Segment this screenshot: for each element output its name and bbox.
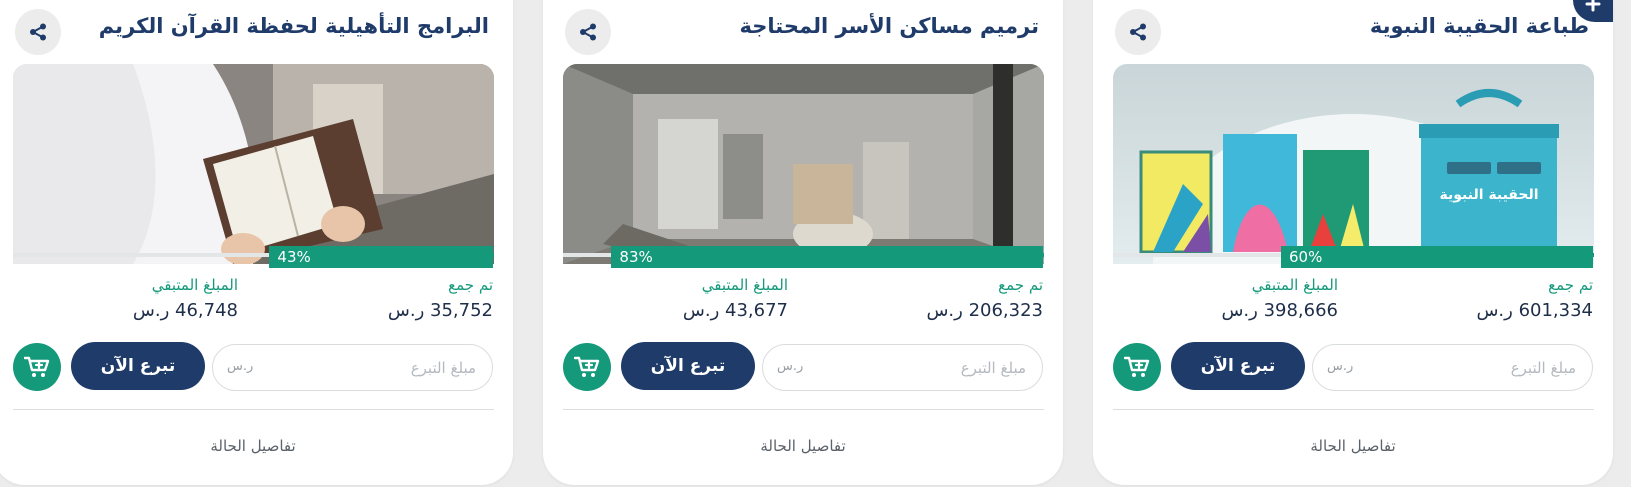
share-icon[interactable] (1115, 9, 1161, 55)
remaining-value: 46,748 ر.س (133, 300, 238, 321)
card-title[interactable]: طباعة الحقيبة النبوية (1370, 14, 1589, 38)
card-title[interactable]: البرامج التأهيلية لحفظة القرآن الكريم (99, 14, 489, 38)
divider (563, 409, 1044, 410)
currency-label: ر.س (387, 300, 425, 321)
donation-amount-input[interactable] (763, 345, 1042, 390)
collected-amount: 35,752 (430, 300, 493, 321)
case-details-link[interactable]: تفاصيل الحالة (543, 437, 1063, 455)
case-details-link[interactable]: تفاصيل الحالة (0, 437, 513, 455)
progress-percent: 60% (1281, 246, 1593, 268)
card-photo[interactable]: الحقيبة النبوية (1113, 64, 1594, 264)
donation-amount-field: ر.س (1312, 344, 1593, 391)
collected-label: تم جمع (448, 276, 493, 294)
currency-label: ر.س (1476, 300, 1513, 321)
progress-percent: 43% (269, 246, 493, 268)
remaining-label: المبلغ المتبقي (701, 276, 788, 294)
collected-amount: 206,323 (968, 300, 1043, 321)
input-currency: ر.س (777, 359, 804, 374)
remaining-amount: 43,677 (725, 300, 788, 321)
input-currency: ر.س (227, 359, 254, 374)
divider (13, 409, 494, 410)
remaining-amount: 398,666 (1263, 300, 1338, 321)
donation-amount-input[interactable] (213, 345, 492, 390)
donation-amount-field: ر.س (212, 344, 493, 391)
donation-amount-input[interactable] (1313, 345, 1592, 390)
donation-card: طباعة الحقيبة النبوية الحقيبة النبوية 60… (1093, 0, 1613, 485)
share-icon[interactable] (15, 9, 61, 55)
cart-plus-icon[interactable] (13, 343, 61, 391)
cart-plus-icon[interactable] (1113, 343, 1161, 391)
cart-plus-icon[interactable] (563, 343, 611, 391)
card-photo[interactable] (563, 64, 1044, 264)
donation-cards-grid: طباعة الحقيبة النبوية الحقيبة النبوية 60… (0, 0, 1631, 487)
divider (1113, 409, 1594, 410)
remaining-value: 43,677 ر.س (683, 300, 788, 321)
donate-now-button[interactable]: تبرع الآن (621, 342, 755, 390)
donation-amount-field: ر.س (762, 344, 1043, 391)
remaining-label: المبلغ المتبقي (1251, 276, 1338, 294)
donation-card: ترميم مساكن الأسر المحتاجة 83% تم جمع 20… (543, 0, 1063, 485)
donate-now-button[interactable]: تبرع الآن (1171, 342, 1305, 390)
collected-value: 35,752 ر.س (388, 300, 493, 321)
collected-value: 206,323 ر.س (926, 300, 1043, 321)
donate-now-button[interactable]: تبرع الآن (71, 342, 205, 390)
remaining-amount: 46,748 (175, 300, 238, 321)
collected-label: تم جمع (1548, 276, 1593, 294)
case-details-link[interactable]: تفاصيل الحالة (1093, 437, 1613, 455)
donation-card: البرامج التأهيلية لحفظة القرآن الكريم 43… (0, 0, 513, 485)
input-currency: ر.س (1327, 359, 1354, 374)
currency-label: ر.س (1221, 300, 1258, 321)
progress-percent: 83% (611, 246, 1043, 268)
card-title[interactable]: ترميم مساكن الأسر المحتاجة (740, 14, 1039, 38)
currency-label: ر.س (132, 300, 170, 321)
collected-label: تم جمع (998, 276, 1043, 294)
remaining-value: 398,666 ر.س (1221, 300, 1338, 321)
collected-value: 601,334 ر.س (1476, 300, 1593, 321)
box-label: الحقيبة النبوية (1439, 187, 1538, 203)
collected-amount: 601,334 (1518, 300, 1593, 321)
share-icon[interactable] (565, 9, 611, 55)
currency-label: ر.س (682, 300, 720, 321)
remaining-label: المبلغ المتبقي (151, 276, 238, 294)
card-photo[interactable] (13, 64, 494, 264)
currency-label: ر.س (926, 300, 963, 321)
